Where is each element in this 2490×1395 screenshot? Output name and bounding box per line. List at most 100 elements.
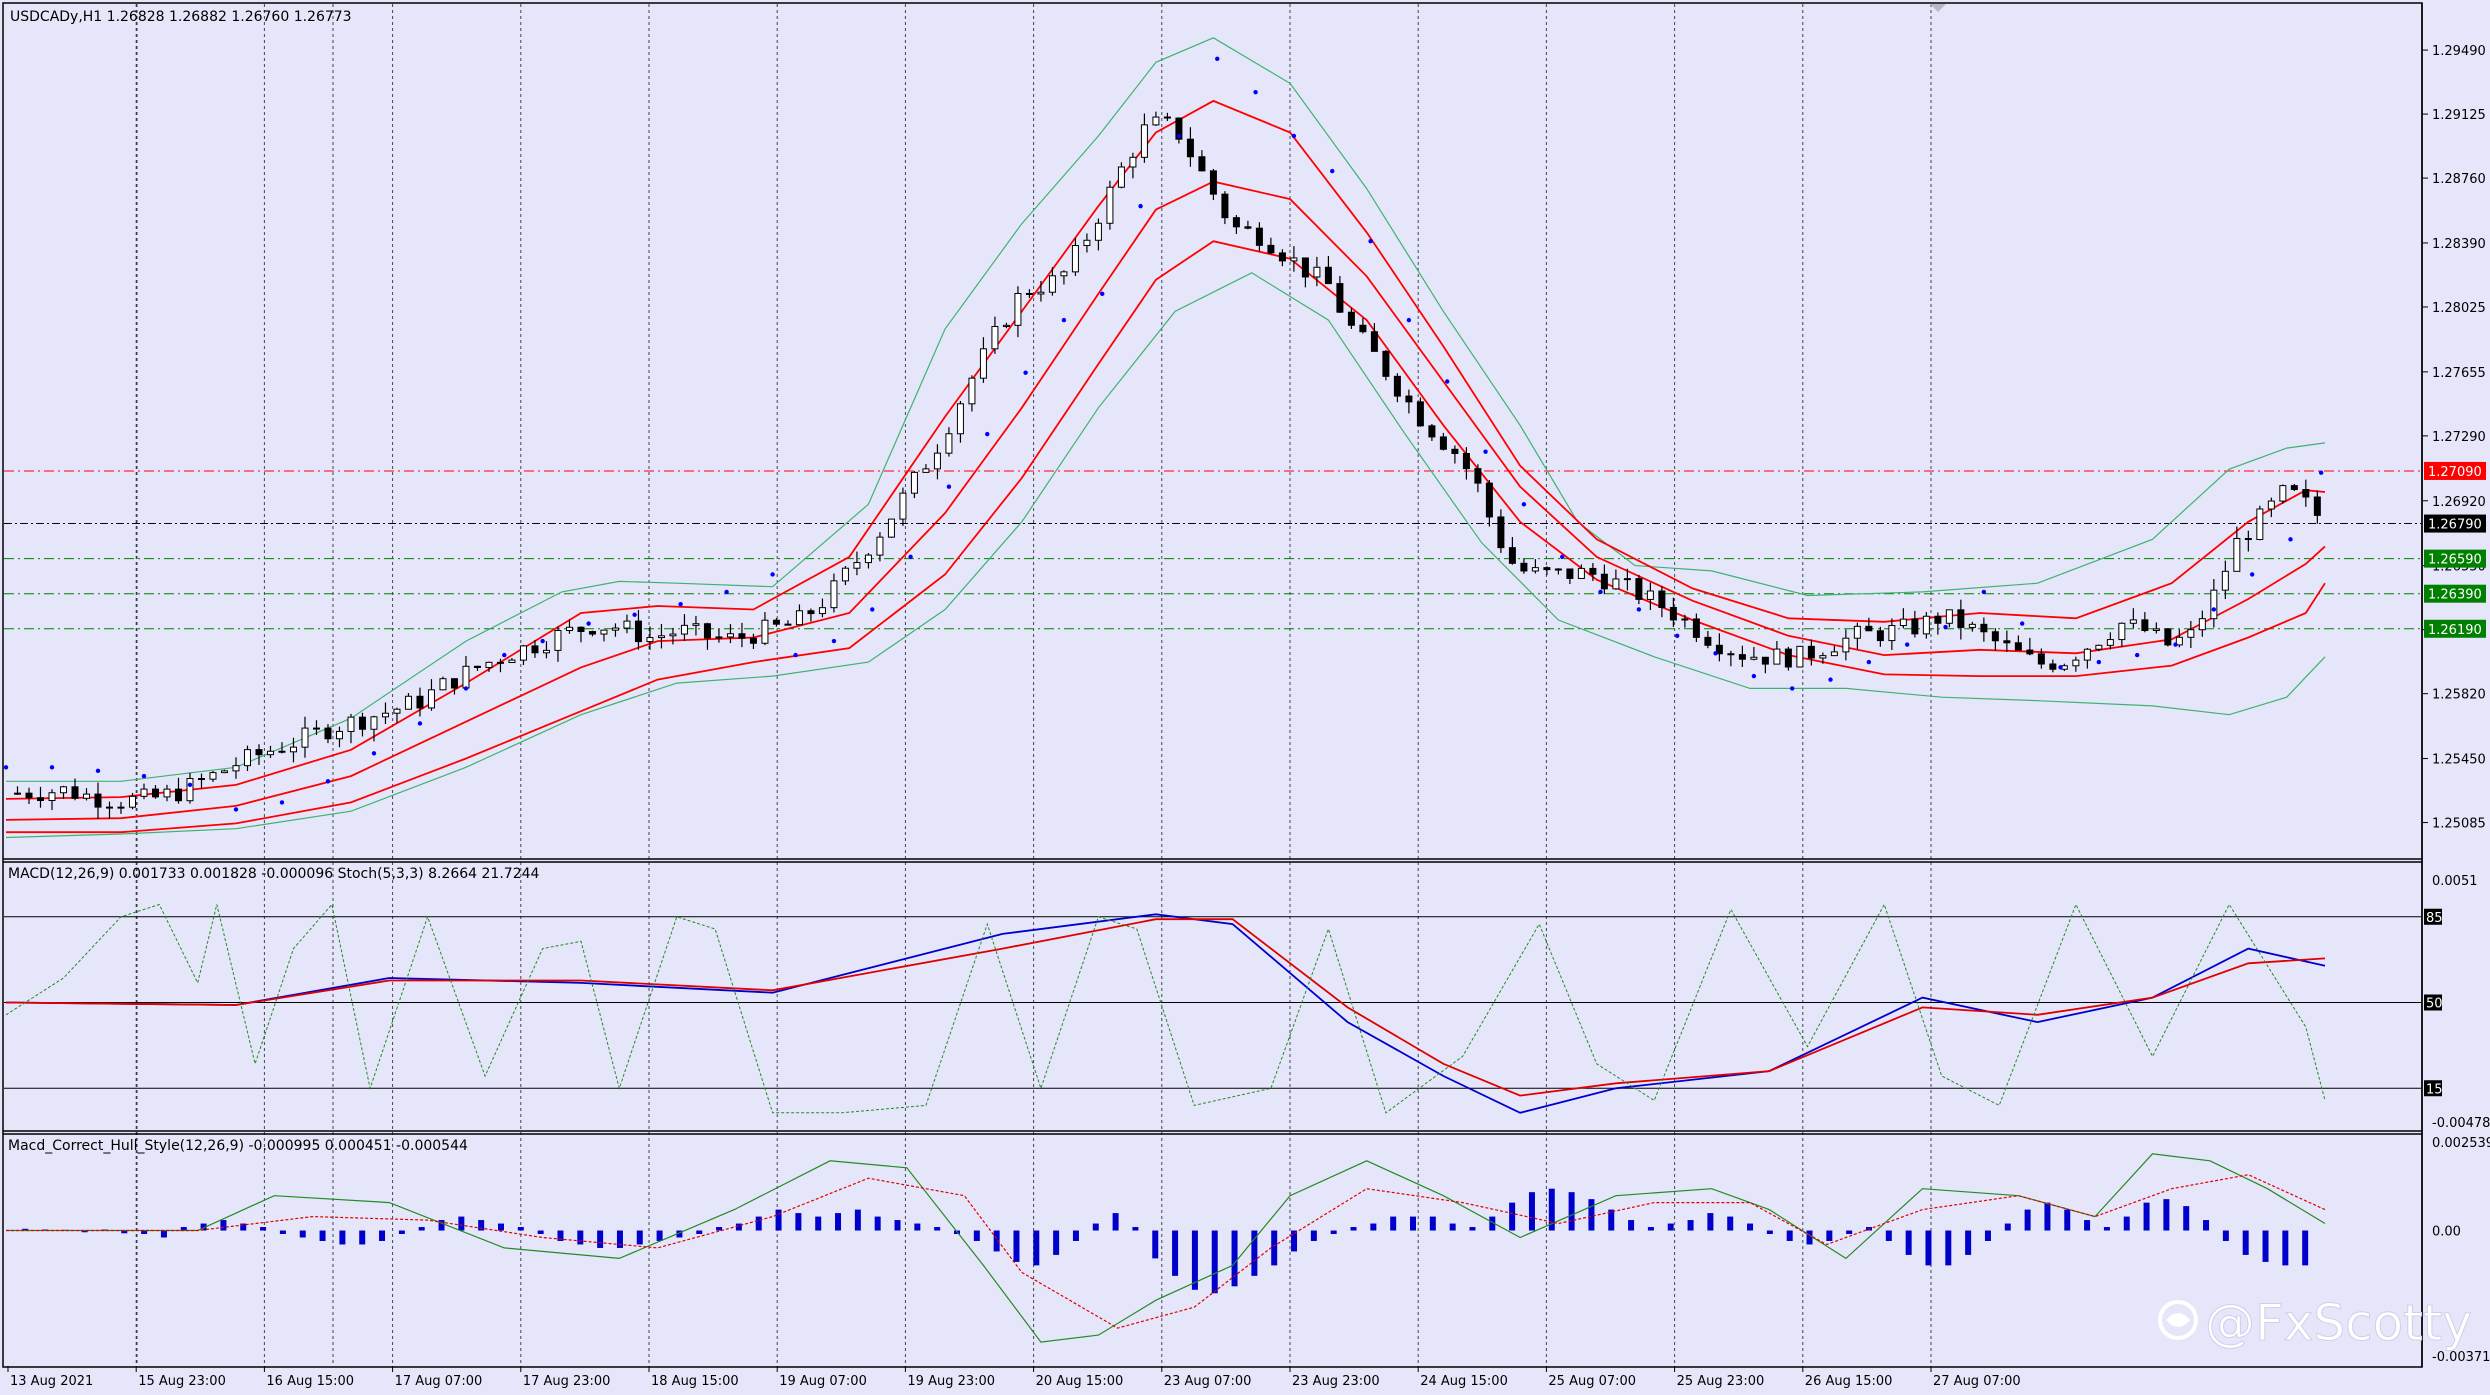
candle-bull <box>692 623 700 626</box>
trading-chart[interactable]: USDCADy,H1 1.26828 1.26882 1.26760 1.267… <box>0 0 2490 1395</box>
histogram-bar <box>2302 1230 2309 1266</box>
candle-bear <box>1692 618 1700 638</box>
histogram-bar <box>696 1230 703 1235</box>
time-label: 27 Aug 07:00 <box>1933 1374 2021 1389</box>
candle-bear <box>807 610 815 615</box>
candle-bull <box>1853 625 1861 639</box>
sar-dot <box>1138 203 1143 209</box>
candle-bear <box>1658 590 1666 608</box>
sar-dot <box>325 779 331 784</box>
histogram-bar <box>1667 1223 1674 1231</box>
sar-dot <box>1675 633 1680 638</box>
histogram-bar <box>1013 1230 1020 1262</box>
histogram-bar <box>1211 1230 1218 1294</box>
price-tick-label: 1.28390 <box>2432 237 2486 252</box>
candle-bear <box>496 661 504 664</box>
candle-bear <box>1991 631 1999 642</box>
candle-bull <box>1290 257 1298 262</box>
chart-background <box>0 0 2490 1395</box>
candle-bull <box>82 793 90 799</box>
time-label: 25 Aug 23:00 <box>1677 1374 1765 1389</box>
sar-dot <box>1100 291 1105 297</box>
histogram-bar <box>1528 1192 1535 1231</box>
candle-bear <box>1876 630 1884 642</box>
candle-bull <box>657 635 665 639</box>
candle-bear <box>1232 217 1240 228</box>
hull-axis-label: 0.00 <box>2432 1225 2461 1240</box>
candle-bull <box>1071 245 1079 273</box>
candle-bull <box>1014 292 1022 326</box>
candle-bull <box>1037 291 1045 295</box>
candle-bull <box>1083 239 1091 247</box>
histogram-bar <box>2163 1199 2170 1231</box>
histogram-bar <box>616 1230 623 1248</box>
candle-bull <box>508 659 516 664</box>
candle-bull <box>266 750 274 756</box>
candle-bear <box>1635 578 1643 600</box>
time-label: 16 Aug 15:00 <box>266 1374 354 1389</box>
histogram-bar <box>2203 1220 2210 1231</box>
sar-dot <box>95 768 101 774</box>
candle-bull <box>600 629 608 635</box>
candle-bull <box>1842 637 1850 653</box>
sar-dot <box>371 751 377 756</box>
histogram-bar <box>2262 1230 2269 1262</box>
candle-bull <box>519 645 527 661</box>
histogram-bar <box>1072 1230 1079 1241</box>
candle-bull <box>393 708 401 714</box>
candle-bull <box>1623 578 1631 581</box>
candle-bull <box>726 633 734 638</box>
candle-bear <box>1209 170 1217 195</box>
candle-bear <box>2026 649 2034 655</box>
histogram-bar <box>299 1230 306 1238</box>
histogram-bar <box>1409 1216 1416 1231</box>
histogram-bar <box>1092 1223 1099 1231</box>
time-label: 26 Aug 15:00 <box>1805 1374 1893 1389</box>
histogram-bar <box>1449 1223 1456 1231</box>
sar-dot <box>1828 677 1833 682</box>
histogram-bar <box>1132 1227 1139 1231</box>
sar-dot <box>632 612 637 617</box>
price-tick-label: 1.27655 <box>2432 366 2486 381</box>
candle-bull <box>910 471 918 494</box>
candle-bear <box>36 797 44 801</box>
candle-bull <box>1106 186 1114 224</box>
histogram-bar <box>1707 1213 1714 1231</box>
candle-bull <box>876 536 884 556</box>
candle-bull <box>1922 615 1930 635</box>
candle-bull <box>899 492 907 520</box>
histogram-bar <box>537 1230 544 1235</box>
candle-bear <box>1865 625 1873 632</box>
candle-bull <box>2072 659 2080 667</box>
candle-bull <box>289 746 297 753</box>
sar-dot <box>233 807 239 812</box>
price-tick-label: 1.28760 <box>2432 172 2486 187</box>
sar-dot <box>946 484 952 489</box>
candle-bull <box>1002 324 1010 328</box>
candle-bull <box>1888 625 1896 642</box>
histogram-bar <box>1925 1230 1932 1266</box>
histogram-bar <box>1370 1223 1377 1231</box>
histogram-bar <box>1727 1216 1734 1231</box>
candle-bear <box>1911 618 1919 635</box>
histogram-bar <box>2004 1223 2011 1231</box>
candle-bear <box>473 665 481 668</box>
candle-bear <box>2244 538 2252 541</box>
histogram-bar <box>2123 1216 2130 1231</box>
candle-bull <box>13 792 21 795</box>
candle-bear <box>105 806 113 809</box>
sar-dot <box>908 554 913 560</box>
candle-bull <box>1117 166 1125 188</box>
candle-bull <box>48 792 56 801</box>
candle-bull <box>347 716 355 732</box>
candle-bear <box>450 678 458 689</box>
candle-bear <box>1336 283 1344 313</box>
time-label: 19 Aug 23:00 <box>907 1374 995 1389</box>
histogram-bar <box>854 1209 861 1231</box>
candle-bull <box>2210 589 2218 620</box>
candle-bull <box>2129 619 2137 624</box>
sar-dot <box>2058 665 2063 670</box>
sar-dot <box>1368 239 1373 244</box>
candle-bull <box>1968 623 1976 628</box>
histogram-bar <box>1330 1230 1337 1235</box>
